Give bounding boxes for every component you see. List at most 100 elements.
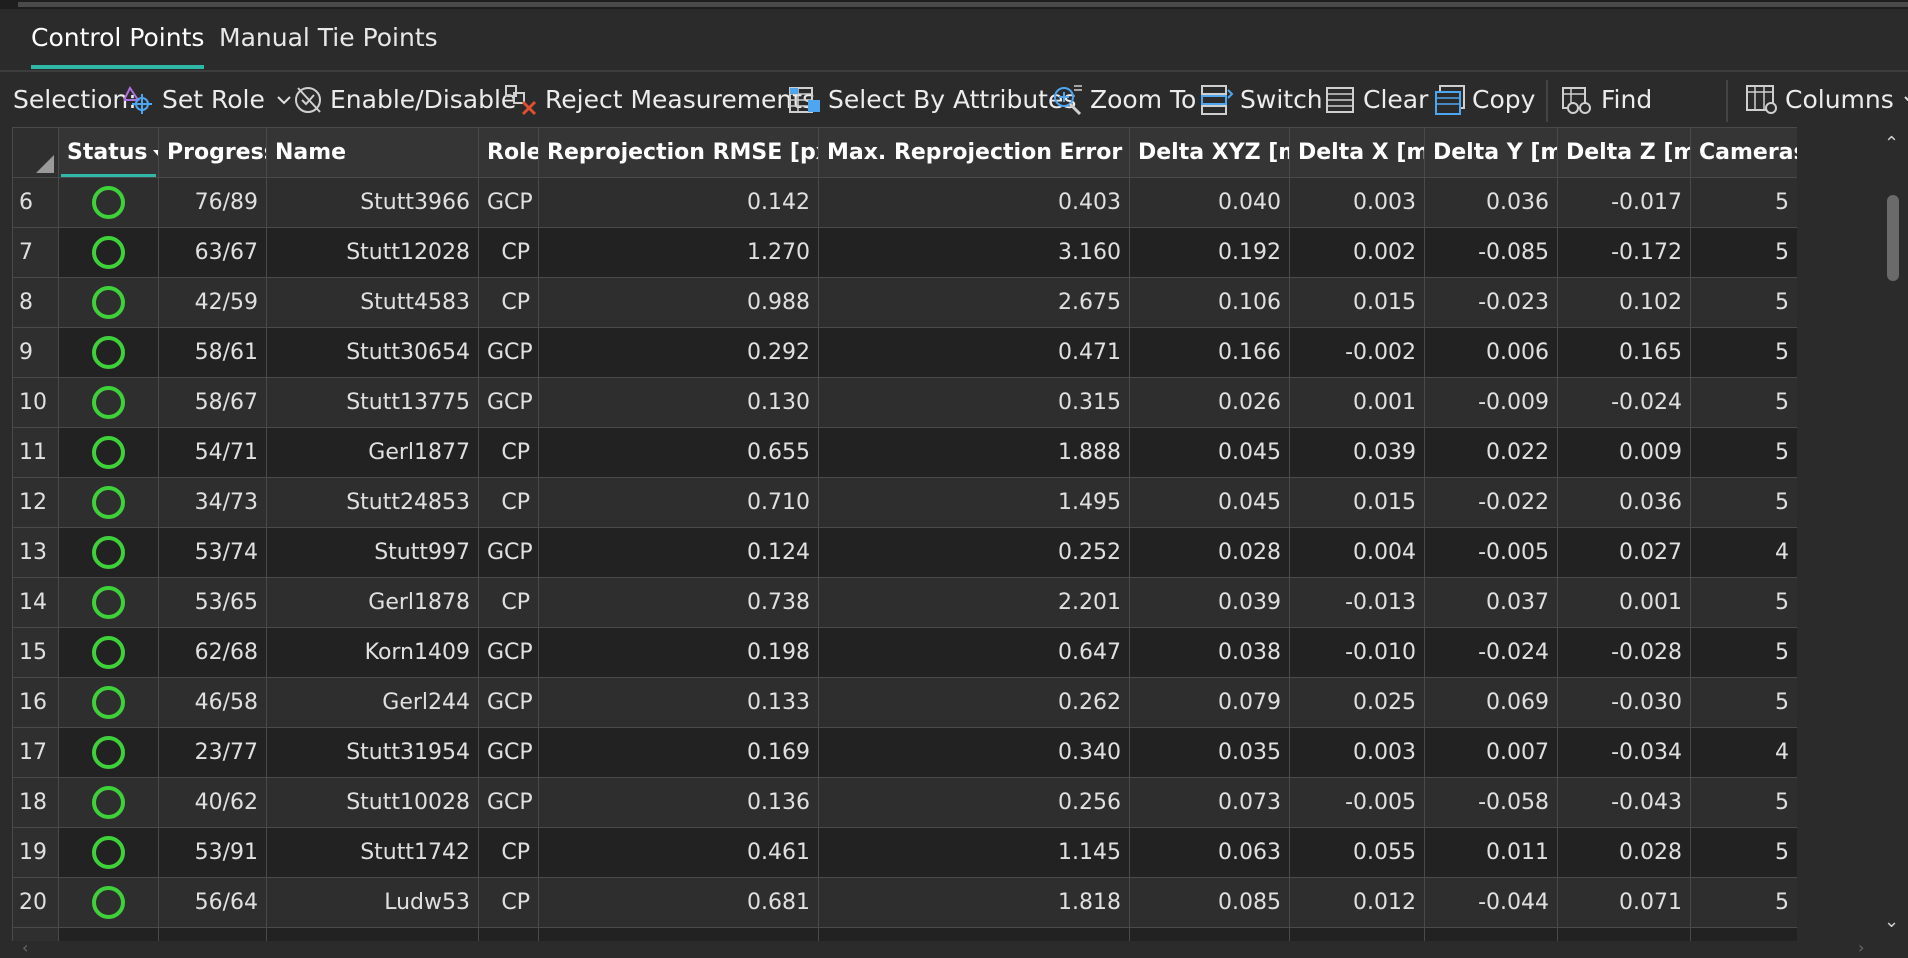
table-row[interactable]: 8 42/59 Stutt4583 CP 0.988 2.675 0.106 0.015 -0.… — [12, 277, 1797, 328]
table-cell[interactable] — [538, 927, 819, 941]
rmse-cell[interactable]: 0.681 — [538, 877, 819, 928]
max-error-cell[interactable]: 3.160 — [818, 227, 1130, 278]
scroll-right-icon[interactable]: › — [1858, 938, 1864, 957]
column-header-delta-xyz[interactable]: Delta XYZ [m] — [1129, 127, 1290, 178]
role-cell[interactable]: CP — [478, 477, 539, 528]
row-number[interactable]: 8 — [12, 277, 59, 328]
switch-button[interactable]: Switch — [1200, 72, 1323, 127]
delta-z-cell[interactable]: 0.028 — [1557, 827, 1691, 878]
status-cell[interactable] — [58, 677, 159, 728]
name-cell[interactable]: Stutt1742 — [266, 827, 479, 878]
name-cell[interactable]: Stutt4583 — [266, 277, 479, 328]
table-cell[interactable] — [266, 927, 479, 941]
max-error-cell[interactable]: 1.145 — [818, 827, 1130, 878]
table-row[interactable]: 16 46/58 Gerl244 GCP 0.133 0.262 0.079 0.025 0.0… — [12, 677, 1797, 728]
name-cell[interactable]: Gerl1878 — [266, 577, 479, 628]
role-cell[interactable]: GCP — [478, 177, 539, 228]
scroll-up-icon[interactable]: ⌃ — [1884, 133, 1899, 154]
columns-button[interactable]: Columns — [1745, 72, 1908, 127]
delta-xyz-cell[interactable]: 0.166 — [1129, 327, 1290, 378]
column-header-delta-y[interactable]: Delta Y [m] — [1424, 127, 1558, 178]
table-cell[interactable] — [478, 927, 539, 941]
name-cell[interactable]: Stutt31954 — [266, 727, 479, 778]
progress-cell[interactable]: 46/58 — [158, 677, 267, 728]
delta-y-cell[interactable]: -0.085 — [1424, 227, 1558, 278]
role-cell[interactable]: GCP — [478, 377, 539, 428]
tab-manual-tie-points[interactable]: Manual Tie Points — [219, 9, 438, 70]
rmse-cell[interactable]: 0.988 — [538, 277, 819, 328]
max-error-cell[interactable]: 0.262 — [818, 677, 1130, 728]
progress-cell[interactable]: 42/59 — [158, 277, 267, 328]
rmse-cell[interactable]: 0.461 — [538, 827, 819, 878]
delta-xyz-cell[interactable]: 0.045 — [1129, 427, 1290, 478]
delta-x-cell[interactable]: 0.012 — [1289, 877, 1425, 928]
table-row[interactable]: 7 63/67 Stutt12028 CP 1.270 3.160 0.192 0.002 -0… — [12, 227, 1797, 278]
role-cell[interactable]: CP — [478, 877, 539, 928]
delta-xyz-cell[interactable]: 0.079 — [1129, 677, 1290, 728]
role-cell[interactable]: CP — [478, 427, 539, 478]
row-number[interactable]: 6 — [12, 177, 59, 228]
rmse-cell[interactable]: 0.142 — [538, 177, 819, 228]
status-cell[interactable] — [58, 477, 159, 528]
delta-y-cell[interactable]: -0.044 — [1424, 877, 1558, 928]
delta-z-cell[interactable]: -0.172 — [1557, 227, 1691, 278]
row-number[interactable]: 12 — [12, 477, 59, 528]
delta-z-cell[interactable]: -0.030 — [1557, 677, 1691, 728]
delta-x-cell[interactable]: -0.002 — [1289, 327, 1425, 378]
table-cell[interactable] — [1557, 927, 1691, 941]
rmse-cell[interactable]: 0.655 — [538, 427, 819, 478]
cameras-cell[interactable]: 5 — [1690, 877, 1797, 928]
role-cell[interactable]: GCP — [478, 627, 539, 678]
delta-z-cell[interactable]: 0.009 — [1557, 427, 1691, 478]
row-number[interactable]: 11 — [12, 427, 59, 478]
progress-cell[interactable]: 40/62 — [158, 777, 267, 828]
name-cell[interactable]: Stutt13775 — [266, 377, 479, 428]
status-cell[interactable] — [58, 327, 159, 378]
delta-z-cell[interactable]: 0.165 — [1557, 327, 1691, 378]
rmse-cell[interactable]: 1.270 — [538, 227, 819, 278]
cameras-cell[interactable]: 5 — [1690, 677, 1797, 728]
column-header-role[interactable]: Role — [478, 127, 539, 178]
status-cell[interactable] — [58, 527, 159, 578]
progress-cell[interactable]: 53/74 — [158, 527, 267, 578]
delta-y-cell[interactable]: 0.022 — [1424, 427, 1558, 478]
progress-cell[interactable]: 58/61 — [158, 327, 267, 378]
column-header-delta-z[interactable]: Delta Z [m] — [1557, 127, 1691, 178]
status-cell[interactable] — [58, 177, 159, 228]
delta-y-cell[interactable]: -0.022 — [1424, 477, 1558, 528]
name-cell[interactable]: Stutt3966 — [266, 177, 479, 228]
max-error-cell[interactable]: 1.888 — [818, 427, 1130, 478]
delta-z-cell[interactable]: 0.001 — [1557, 577, 1691, 628]
delta-y-cell[interactable]: 0.069 — [1424, 677, 1558, 728]
progress-cell[interactable]: 56/64 — [158, 877, 267, 928]
max-error-cell[interactable]: 0.252 — [818, 527, 1130, 578]
role-cell[interactable]: GCP — [478, 777, 539, 828]
rmse-cell[interactable]: 0.130 — [538, 377, 819, 428]
tab-control-points[interactable]: Control Points — [31, 9, 205, 70]
row-number[interactable]: 14 — [12, 577, 59, 628]
row-number[interactable]: 19 — [12, 827, 59, 878]
select-by-attributes-button[interactable]: Select By Attributes — [788, 72, 1076, 127]
delta-x-cell[interactable]: 0.001 — [1289, 377, 1425, 428]
table-row[interactable]: 18 40/62 Stutt10028 GCP 0.136 0.256 0.073 -0.00… — [12, 777, 1797, 828]
status-cell[interactable] — [58, 827, 159, 878]
max-error-cell[interactable]: 2.201 — [818, 577, 1130, 628]
delta-x-cell[interactable]: 0.003 — [1289, 727, 1425, 778]
progress-cell[interactable]: 58/67 — [158, 377, 267, 428]
column-header-cameras[interactable]: Cameras — [1690, 127, 1797, 178]
delta-z-cell[interactable]: 0.102 — [1557, 277, 1691, 328]
table-row[interactable]: 11 54/71 Gerl1877 CP 0.655 1.888 0.045 0.039 0.0… — [12, 427, 1797, 478]
rmse-cell[interactable]: 0.169 — [538, 727, 819, 778]
name-cell[interactable]: Stutt12028 — [266, 227, 479, 278]
delta-x-cell[interactable]: 0.003 — [1289, 177, 1425, 228]
delta-xyz-cell[interactable]: 0.035 — [1129, 727, 1290, 778]
delta-z-cell[interactable]: -0.043 — [1557, 777, 1691, 828]
cameras-cell[interactable]: 5 — [1690, 477, 1797, 528]
rmse-cell[interactable]: 0.738 — [538, 577, 819, 628]
table-row[interactable]: 9 58/61 Stutt30654 GCP 0.292 0.471 0.166 -0.002… — [12, 327, 1797, 378]
enable-disable-button[interactable]: Enable/Disable — [292, 72, 516, 127]
rmse-cell[interactable]: 0.292 — [538, 327, 819, 378]
progress-cell[interactable]: 53/91 — [158, 827, 267, 878]
name-cell[interactable]: Stutt10028 — [266, 777, 479, 828]
table-row[interactable]: 12 34/73 Stutt24853 CP 0.710 1.495 0.045 0.015-… — [12, 477, 1797, 528]
